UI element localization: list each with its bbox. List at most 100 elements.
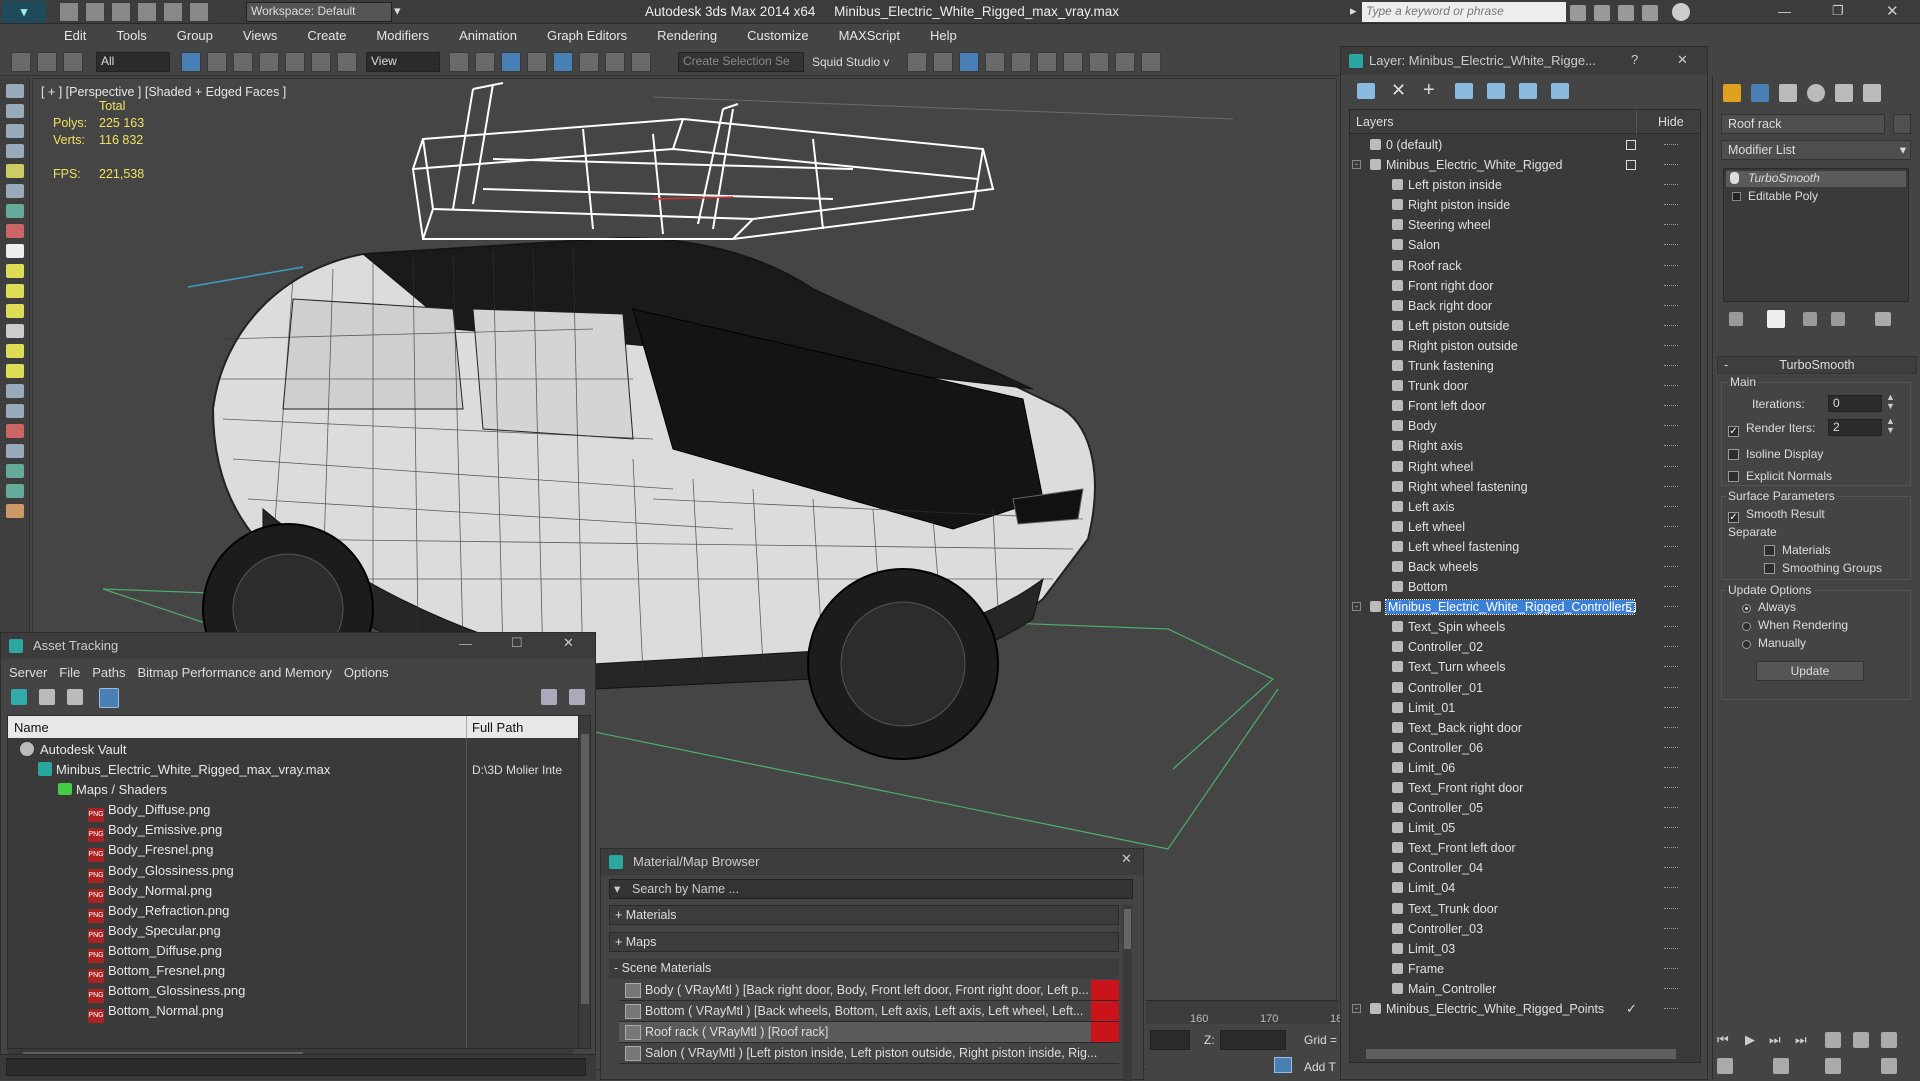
asset-row[interactable]: Minibus_Electric_White_Rigged_max_vray.m… bbox=[8, 760, 578, 780]
viewport-label[interactable]: [ + ] [Perspective ] [Shaded + Edged Fac… bbox=[41, 85, 286, 99]
show-end-result-icon[interactable] bbox=[1767, 310, 1785, 328]
smoothing-groups-checkbox[interactable] bbox=[1764, 561, 1782, 576]
layer-row[interactable]: - Minibus_Electric_White_Rigged bbox=[1350, 155, 1700, 175]
section-materials[interactable]: + Materials bbox=[609, 905, 1119, 925]
side-tool-2-icon[interactable] bbox=[5, 104, 24, 118]
always-radio[interactable] bbox=[1742, 601, 1757, 616]
menu-create[interactable]: Create bbox=[307, 28, 346, 43]
side-tool-19-icon[interactable] bbox=[5, 444, 24, 458]
asset-minimize-button[interactable]: — bbox=[459, 636, 472, 651]
layer-object-row[interactable]: Front left door bbox=[1350, 396, 1700, 416]
selection-filter-dropdown[interactable]: All bbox=[96, 52, 170, 72]
asset-row[interactable]: PNG Body_Emissive.png bbox=[8, 820, 578, 843]
layer-object-row[interactable]: Body bbox=[1350, 416, 1700, 436]
delete-layer-icon[interactable]: ✕ bbox=[1391, 80, 1406, 101]
pivot-center-icon[interactable] bbox=[449, 52, 469, 72]
display-tab-icon[interactable] bbox=[1835, 84, 1853, 102]
asset-tracking-titlebar[interactable]: Asset Tracking — ☐ ✕ bbox=[1, 633, 595, 659]
hide-toggle[interactable] bbox=[1664, 987, 1678, 990]
edit-named-sel-icon[interactable] bbox=[631, 52, 651, 72]
smooth-result-checkbox[interactable]: ✓ bbox=[1728, 507, 1746, 523]
spinner-arrows-icon[interactable]: ▲ ▼ bbox=[1886, 417, 1895, 435]
z-coord-field[interactable] bbox=[1220, 1030, 1286, 1050]
scene-material-row[interactable]: Bottom ( VRayMtl ) [Back wheels, Bottom,… bbox=[619, 1001, 1119, 1022]
layer-object-row[interactable]: Controller_02 bbox=[1350, 637, 1700, 657]
stack-item-turbosmooth[interactable]: TurboSmooth bbox=[1726, 171, 1906, 187]
hide-toggle[interactable] bbox=[1664, 365, 1678, 367]
layer-object-row[interactable]: Text_Front right door bbox=[1350, 778, 1700, 798]
asset-settings-icon[interactable] bbox=[569, 689, 585, 705]
hide-toggle[interactable] bbox=[1664, 465, 1678, 468]
render-iters-spinner[interactable]: 2 bbox=[1828, 419, 1882, 436]
section-scene-materials[interactable]: - Scene Materials bbox=[609, 959, 1119, 979]
hide-toggle[interactable] bbox=[1664, 405, 1678, 407]
named-selection-input[interactable]: Create Selection Se bbox=[678, 52, 804, 72]
menu-maxscript[interactable]: MAXScript bbox=[839, 28, 900, 43]
remove-modifier-icon[interactable] bbox=[1831, 312, 1845, 326]
hide-toggle[interactable] bbox=[1664, 746, 1678, 749]
menu-group[interactable]: Group bbox=[177, 28, 213, 43]
hide-toggle[interactable] bbox=[1664, 827, 1678, 829]
hide-toggle[interactable] bbox=[1664, 686, 1678, 689]
side-tool-5-icon[interactable] bbox=[5, 164, 24, 178]
layer-object-row[interactable]: Right piston inside bbox=[1350, 195, 1700, 215]
bind-spacewarp-icon[interactable] bbox=[63, 52, 83, 72]
materials-checkbox[interactable] bbox=[1764, 543, 1782, 558]
layer-select-icon[interactable] bbox=[1357, 83, 1375, 99]
layer-object-row[interactable]: Text_Back right door bbox=[1350, 718, 1700, 738]
create-layer-icon[interactable]: + bbox=[1423, 79, 1435, 102]
menu-help[interactable]: Help bbox=[930, 28, 957, 43]
maximize-button[interactable]: ❐ bbox=[1832, 3, 1844, 19]
material-search-input[interactable]: ▾ Search by Name ... bbox=[609, 879, 1133, 899]
app-logo[interactable]: ▾ bbox=[2, 1, 46, 23]
highlight-layer-icon[interactable] bbox=[1519, 83, 1537, 99]
link-icon[interactable] bbox=[11, 52, 31, 72]
col-hide-header[interactable]: Hide bbox=[1658, 115, 1684, 129]
maxscript-listener-field[interactable] bbox=[6, 1058, 586, 1076]
scene-material-row[interactable]: Body ( VRayMtl ) [Back right door, Body,… bbox=[619, 980, 1119, 1001]
spinner-snap-icon[interactable] bbox=[605, 52, 625, 72]
hide-toggle[interactable] bbox=[1664, 967, 1678, 970]
exchange-icon[interactable] bbox=[1618, 5, 1634, 21]
side-tool-21-icon[interactable] bbox=[5, 484, 24, 498]
zoom-extents-icon[interactable] bbox=[1853, 1032, 1869, 1048]
layer-object-row[interactable]: Steering wheel bbox=[1350, 215, 1700, 235]
asset-menu-paths[interactable]: Paths bbox=[92, 665, 125, 680]
schematic-view-icon[interactable] bbox=[1037, 52, 1057, 72]
refresh-icon[interactable] bbox=[11, 689, 27, 705]
asset-row[interactable]: PNG Body_Fresnel.png bbox=[8, 840, 578, 863]
orbit-icon[interactable] bbox=[1825, 1058, 1841, 1074]
maximize-viewport-icon[interactable] bbox=[1881, 1058, 1897, 1074]
angle-snap-icon[interactable] bbox=[553, 52, 573, 72]
hide-toggle[interactable] bbox=[1664, 445, 1678, 447]
table-view-icon[interactable] bbox=[99, 688, 119, 708]
side-tool-8-icon[interactable] bbox=[5, 224, 24, 238]
hide-toggle[interactable] bbox=[1664, 224, 1678, 226]
play-icon[interactable]: ▶ bbox=[1745, 1032, 1755, 1048]
percent-snap-icon[interactable] bbox=[579, 52, 599, 72]
current-layer-box[interactable] bbox=[1626, 602, 1636, 613]
select-by-name-icon[interactable] bbox=[207, 52, 227, 72]
hide-toggle[interactable] bbox=[1664, 505, 1678, 508]
next-frame-icon[interactable]: ⏭ bbox=[1769, 1032, 1781, 1048]
hide-toggle[interactable] bbox=[1664, 324, 1678, 327]
layer-object-row[interactable]: Controller_01 bbox=[1350, 678, 1700, 698]
side-tool-22-icon[interactable] bbox=[5, 504, 24, 518]
when-rendering-radio[interactable] bbox=[1742, 619, 1757, 634]
current-layer-box[interactable] bbox=[1626, 140, 1636, 150]
hide-toggle[interactable] bbox=[1664, 907, 1678, 910]
create-tab-icon[interactable] bbox=[1723, 84, 1741, 102]
layer-object-row[interactable]: Bottom bbox=[1350, 577, 1700, 597]
layer-close-button[interactable]: ✕ bbox=[1677, 52, 1688, 68]
scene-material-row[interactable]: Roof rack ( VRayMtl ) [Roof rack] bbox=[619, 1022, 1119, 1043]
zoom-all-icon[interactable] bbox=[1881, 1032, 1897, 1048]
layer-object-row[interactable]: Roof rack bbox=[1350, 256, 1700, 276]
ref-coord-dropdown[interactable]: View bbox=[366, 52, 440, 72]
rollout-title[interactable]: - TurboSmooth bbox=[1717, 356, 1917, 374]
update-button[interactable]: Update bbox=[1756, 661, 1864, 681]
hide-toggle[interactable] bbox=[1664, 244, 1678, 246]
layer-object-row[interactable]: Controller_06 bbox=[1350, 738, 1700, 758]
section-maps[interactable]: + Maps bbox=[609, 932, 1119, 952]
select-manipulate-icon[interactable] bbox=[475, 52, 495, 72]
timeline-ruler[interactable]: 160 170 18 bbox=[1146, 1000, 1342, 1025]
